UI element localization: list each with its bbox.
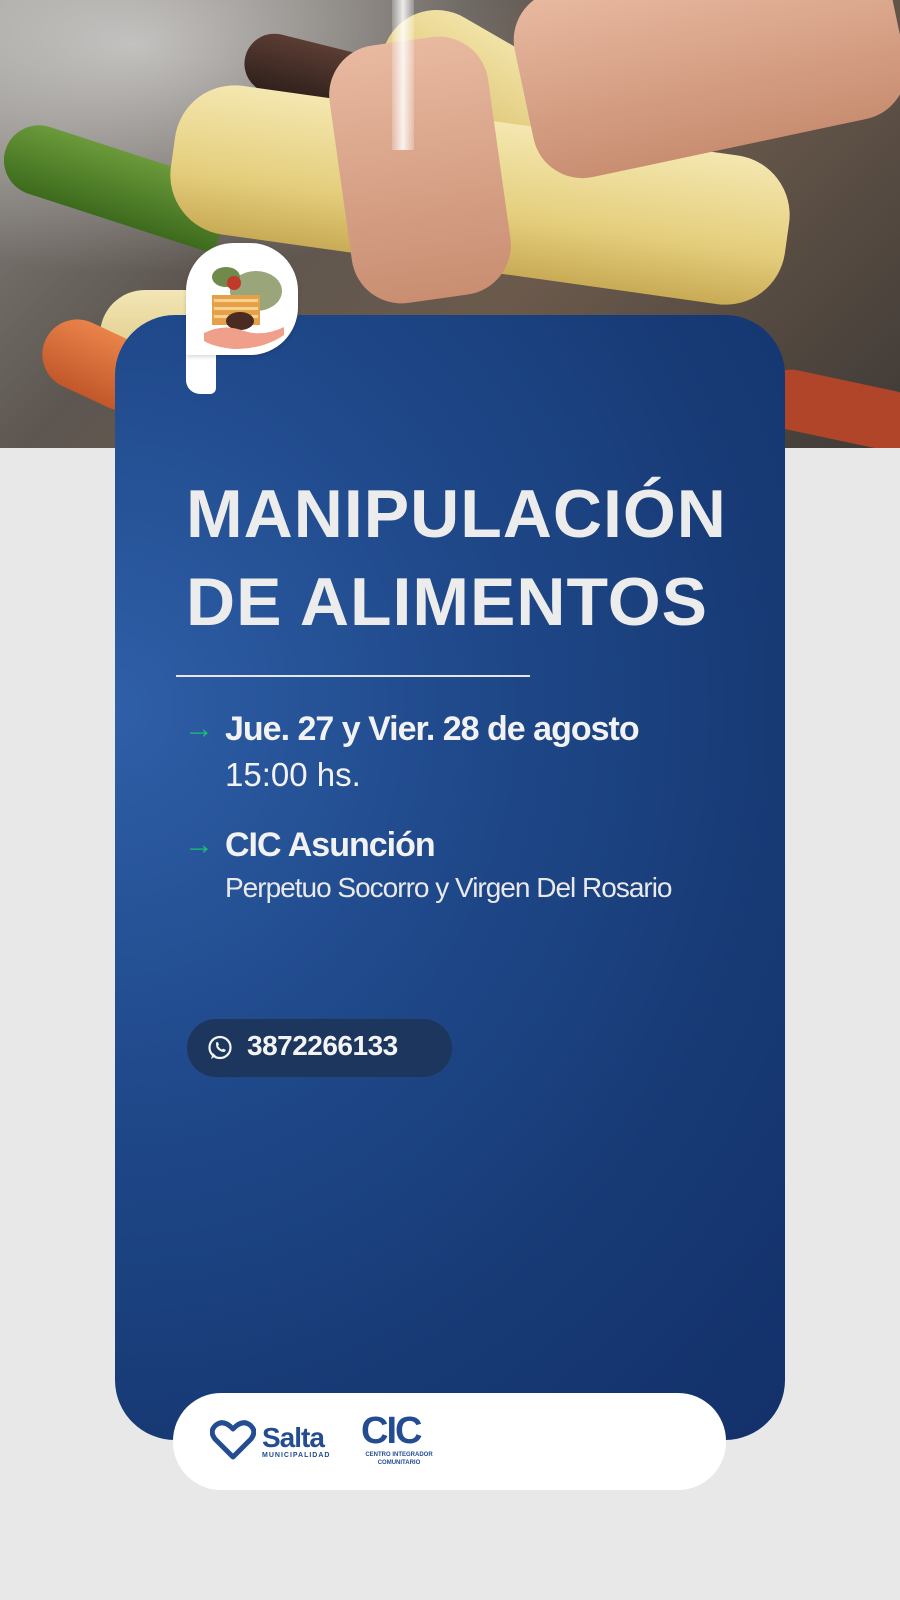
title-line-2: DE ALIMENTOS [186,564,709,640]
cic-logo-subtitle: CENTRO INTEGRADOR [365,1452,433,1458]
salta-logo-subtitle: MUNICIPALIDAD [262,1452,331,1459]
page-title: MANIPULACIÓN DE ALIMENTOS [186,470,766,646]
water-stream-graphic [392,0,414,150]
cic-logo-text: CIC [361,1410,422,1452]
cic-logo-subtitle: COMUNITARIO [377,1460,421,1466]
divider [176,675,530,677]
salta-logo-text: Salta [262,1422,325,1453]
event-place: CIC Asunción [225,826,436,864]
event-date: Jue. 27 y Vier. 28 de agosto [225,710,640,748]
event-address: Perpetuo Socorro y Virgen Del Rosario [225,872,673,903]
phone-number: 3872266133 [247,1030,398,1061]
arrow-right-icon: → [184,828,214,861]
arrow-right-icon: → [184,712,214,745]
whatsapp-icon [208,1035,232,1060]
food-program-logo-icon [204,267,284,349]
event-time: 15:00 hs. [225,756,361,793]
heart-icon [210,1420,256,1460]
title-line-1: MANIPULACIÓN [186,476,727,552]
